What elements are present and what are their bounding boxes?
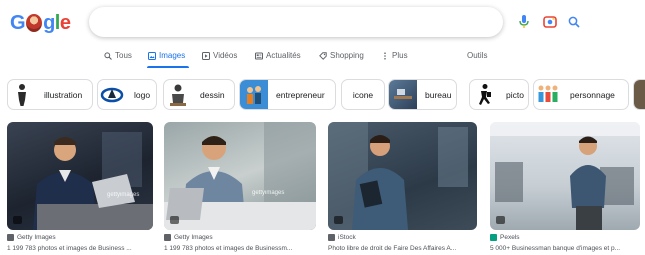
- search-tabs: Tous Images Vidéos Actualités Shopping P…: [0, 48, 645, 70]
- result-image[interactable]: [490, 122, 640, 230]
- tab-label: Vidéos: [213, 51, 238, 60]
- result-title[interactable]: Photo libre de droit de Faire Des Affair…: [328, 245, 477, 252]
- chip-label: picto: [506, 89, 524, 100]
- image-badge-icon: [334, 216, 343, 224]
- favicon-icon: [490, 234, 497, 241]
- tab-label: Plus: [392, 51, 408, 60]
- source-name: Pexels: [500, 234, 520, 241]
- doodle-icon: [26, 14, 43, 32]
- camera-lens-icon[interactable]: [542, 14, 558, 30]
- chip-label: illustration: [44, 89, 83, 100]
- office-thumbnail-icon: [389, 80, 417, 109]
- result-image[interactable]: gettyimages: [7, 122, 153, 230]
- tag-icon: [318, 51, 327, 60]
- microphone-icon[interactable]: [516, 14, 532, 30]
- favicon-icon: [164, 234, 171, 241]
- chip-partial[interactable]: [633, 79, 645, 110]
- image-badge-icon: [13, 216, 22, 224]
- result-title[interactable]: 1 199 783 photos et images de Business .…: [7, 245, 153, 252]
- result-image[interactable]: gettyimages: [164, 122, 316, 230]
- suggestion-chips: illustration logo dessin entrepreneur ic…: [0, 79, 645, 111]
- chip-label: dessin: [200, 89, 225, 100]
- tab-tous[interactable]: Tous: [103, 51, 132, 60]
- entrepreneur-thumbnail-icon: [240, 80, 268, 109]
- logo-letters: gle: [43, 11, 71, 34]
- tab-label: Images: [159, 51, 186, 60]
- chip-label: icone: [352, 89, 374, 100]
- person-silhouette-icon: [8, 80, 36, 109]
- result-image[interactable]: [328, 122, 477, 230]
- chip-personnage[interactable]: personnage: [533, 79, 629, 110]
- search-icon: [103, 51, 112, 60]
- tab-label: Actualités: [266, 51, 301, 60]
- chip-entrepreneur[interactable]: entrepreneur: [239, 79, 336, 110]
- video-icon: [201, 51, 210, 60]
- active-tab-indicator: [147, 66, 189, 68]
- chip-dessin[interactable]: dessin: [163, 79, 235, 110]
- search-icon[interactable]: [566, 14, 582, 30]
- more-vert-icon: [380, 51, 389, 60]
- source-name: Getty Images: [174, 234, 213, 241]
- search-bar: [89, 7, 580, 37]
- search-input[interactable]: [103, 13, 413, 31]
- chip-label: entrepreneur: [276, 89, 325, 100]
- logo-swirl-icon: [98, 80, 126, 109]
- source-name: iStock: [338, 234, 356, 241]
- result-source[interactable]: Getty Images: [7, 234, 56, 241]
- image-result[interactable]: gettyimages Getty Images 1 199 783 photo…: [7, 122, 153, 252]
- favicon-icon: [328, 234, 335, 241]
- partial-thumbnail-icon: [634, 80, 645, 109]
- chip-illustration[interactable]: illustration: [7, 79, 93, 110]
- image-result[interactable]: iStock Photo libre de droit de Faire Des…: [328, 122, 477, 252]
- svg-text:gettyimages: gettyimages: [107, 192, 139, 198]
- tab-plus[interactable]: Plus: [380, 51, 408, 60]
- image-result[interactable]: gettyimages Getty Images 1 199 783 photo…: [164, 122, 316, 252]
- result-source[interactable]: Getty Images: [164, 234, 213, 241]
- chip-icone[interactable]: icone: [341, 79, 385, 110]
- chip-logo[interactable]: logo: [97, 79, 157, 110]
- tab-videos[interactable]: Vidéos: [201, 51, 237, 60]
- image-icon: [147, 51, 156, 60]
- tab-outils[interactable]: Outils: [467, 51, 487, 60]
- drawing-figure-icon: [164, 80, 192, 109]
- result-title[interactable]: 5 000+ Businessman banque d'images et p.…: [490, 245, 640, 252]
- characters-thumbnail-icon: [534, 80, 562, 109]
- chip-label: bureau: [425, 89, 452, 100]
- svg-text:gettyimages: gettyimages: [252, 190, 284, 196]
- image-badge-icon: [170, 216, 179, 224]
- image-results: gettyimages Getty Images 1 199 783 photo…: [0, 122, 645, 255]
- tab-label: Outils: [467, 51, 488, 60]
- tab-shopping[interactable]: Shopping: [318, 51, 364, 60]
- source-name: Getty Images: [17, 234, 56, 241]
- image-badge-icon: [496, 216, 505, 224]
- result-title[interactable]: 1 199 783 photos et images de Businessm.…: [164, 245, 316, 252]
- chip-picto[interactable]: picto: [469, 79, 529, 110]
- chip-label: personnage: [570, 89, 615, 100]
- running-man-pictogram-icon: [470, 80, 498, 109]
- tab-images[interactable]: Images: [147, 51, 185, 60]
- google-logo[interactable]: Ggle: [10, 11, 71, 35]
- logo-letter-g: G: [10, 11, 26, 34]
- news-icon: [254, 51, 263, 60]
- tab-label: Tous: [115, 51, 132, 60]
- tab-label: Shopping: [330, 51, 364, 60]
- chip-label: logo: [134, 89, 151, 100]
- image-result[interactable]: Pexels 5 000+ Businessman banque d'image…: [490, 122, 640, 252]
- tab-actualites[interactable]: Actualités: [254, 51, 301, 60]
- chip-bureau[interactable]: bureau: [388, 79, 457, 110]
- result-source[interactable]: Pexels: [490, 234, 520, 241]
- result-source[interactable]: iStock: [328, 234, 356, 241]
- favicon-icon: [7, 234, 14, 241]
